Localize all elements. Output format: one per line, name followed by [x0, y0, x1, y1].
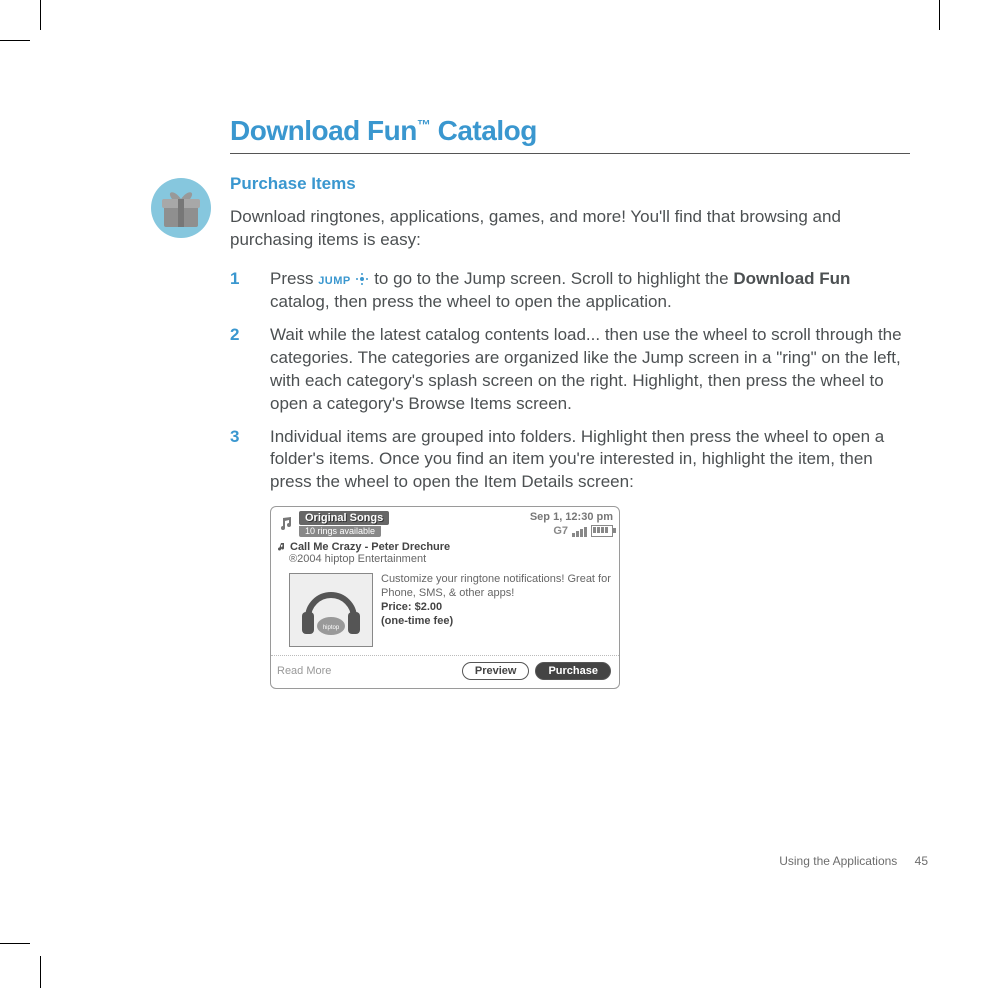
- step-number: 2: [230, 324, 270, 416]
- step-text: Press: [270, 269, 318, 288]
- intro-paragraph: Download ringtones, applications, games,…: [230, 206, 910, 252]
- step-3: 3 Individual items are grouped into fold…: [230, 426, 910, 495]
- step-text: catalog, then press the wheel to open th…: [270, 292, 672, 311]
- gift-icon: [150, 177, 212, 239]
- page-title: Download Fun™ Catalog: [230, 115, 910, 154]
- device-header: Original Songs 10 rings available Sep 1,…: [271, 507, 619, 539]
- device-category: Original Songs: [299, 511, 389, 525]
- music-icon: [277, 515, 295, 533]
- headphones-icon: hiptop: [296, 580, 366, 640]
- device-item-title-row: Call Me Crazy - Peter Drechure: [271, 539, 619, 553]
- battery-icon: [591, 525, 613, 537]
- step-bold: Download Fun: [733, 269, 850, 288]
- signal-icon: [572, 527, 587, 537]
- device-datetime: Sep 1, 12:30 pm: [530, 511, 613, 523]
- device-description-block: Customize your ringtone notifications! G…: [381, 573, 611, 647]
- step-body: Press JUMP to go to the Jump screen. Scr…: [270, 268, 910, 314]
- network-label: G7: [553, 525, 568, 537]
- jump-label: JUMP: [318, 275, 351, 287]
- device-copyright: ®2004 hiptop Entertainment: [271, 553, 619, 569]
- step-1: 1 Press JUMP to go to the Jump screen. S…: [230, 268, 910, 314]
- title-text-2: Catalog: [430, 115, 536, 146]
- device-description: Customize your ringtone notifications! G…: [381, 573, 611, 601]
- wheel-icon: [355, 272, 369, 286]
- step-2: 2 Wait while the latest catalog contents…: [230, 324, 910, 416]
- device-thumbnail: hiptop: [289, 573, 373, 647]
- device-fee: (one-time fee): [381, 615, 611, 629]
- device-availability: 10 rings available: [299, 526, 381, 537]
- svg-text:hiptop: hiptop: [323, 625, 340, 631]
- read-more-link: Read More: [277, 665, 331, 677]
- purchase-button: Purchase: [535, 662, 611, 680]
- preview-button: Preview: [462, 662, 530, 680]
- step-text: to go to the Jump screen. Scroll to high…: [369, 269, 733, 288]
- section-subhead: Purchase Items: [230, 174, 910, 194]
- step-body: Wait while the latest catalog contents l…: [270, 324, 910, 416]
- device-screenshot: Original Songs 10 rings available Sep 1,…: [270, 506, 620, 689]
- title-text-1: Download Fun: [230, 115, 417, 146]
- tm-mark: ™: [417, 117, 431, 133]
- footer-page-number: 45: [915, 854, 928, 868]
- step-number: 1: [230, 268, 270, 314]
- note-icon: [277, 542, 287, 552]
- page-footer: Using the Applications 45: [779, 854, 928, 868]
- steps-list: 1 Press JUMP to go to the Jump screen. S…: [230, 268, 910, 494]
- device-price: Price: $2.00: [381, 601, 611, 615]
- footer-section: Using the Applications: [779, 854, 897, 868]
- step-body: Individual items are grouped into folder…: [270, 426, 910, 495]
- step-number: 3: [230, 426, 270, 495]
- device-item-title: Call Me Crazy - Peter Drechure: [290, 541, 450, 553]
